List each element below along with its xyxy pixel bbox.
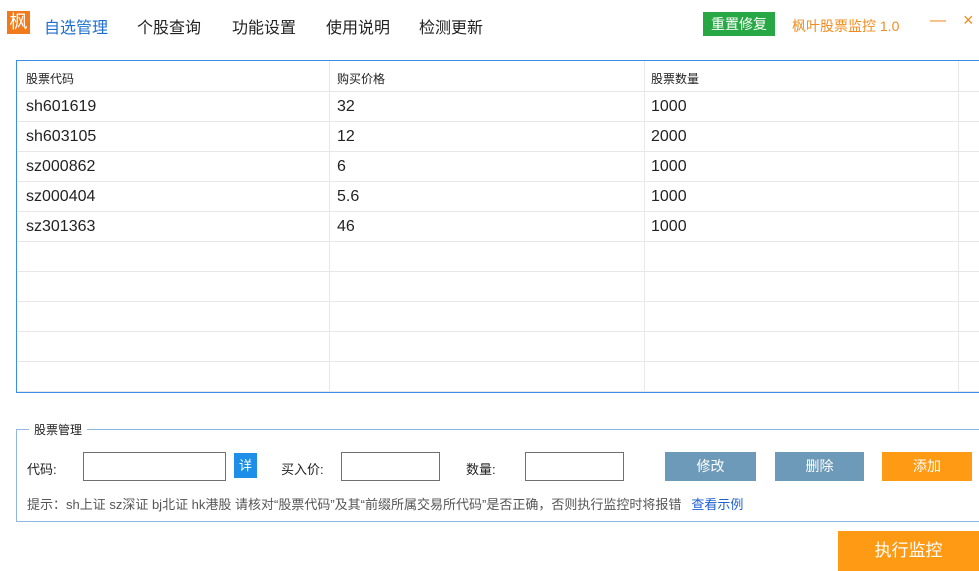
cell-price: 6 (337, 158, 346, 175)
cell-price: 32 (337, 98, 355, 115)
code-label: 代码: (27, 462, 57, 477)
close-icon[interactable]: × (963, 10, 974, 31)
cell-code: sh601619 (26, 98, 97, 115)
table-row[interactable]: sh603105 12 2000 (17, 122, 979, 152)
cell-code: sh603105 (26, 128, 97, 145)
reset-repair-button[interactable]: 重置修复 (703, 12, 775, 36)
app-logo-icon: 枫 (7, 11, 30, 34)
hint-message: 提示：sh上证 sz深证 bj北证 hk港股 请核对“股票代码”及其“前缀所属交… (27, 497, 682, 512)
table-row[interactable]: sz301363 46 1000 (17, 212, 979, 242)
menu-instructions[interactable]: 使用说明 (326, 14, 390, 38)
cell-price: 46 (337, 218, 355, 235)
detail-button[interactable]: 详 (234, 453, 257, 478)
quantity-input[interactable] (525, 452, 624, 481)
app-title: 枫叶股票监控 1.0 (792, 18, 900, 34)
menu-check-update[interactable]: 检测更新 (419, 14, 483, 38)
column-header-code[interactable]: 股票代码 (26, 70, 74, 87)
group-title: 股票管理 (29, 421, 88, 438)
cell-quantity: 1000 (651, 98, 687, 115)
menu-settings[interactable]: 功能设置 (232, 14, 296, 38)
cell-price: 12 (337, 128, 355, 145)
view-example-link[interactable]: 查看示例 (691, 497, 743, 512)
cell-quantity: 1000 (651, 188, 687, 205)
menu-watchlist[interactable]: 自选管理 (44, 14, 108, 38)
hint-text: 提示：sh上证 sz深证 bj北证 hk港股 请核对“股票代码”及其“前缀所属交… (27, 494, 743, 513)
delete-button[interactable]: 删除 (775, 452, 864, 481)
menu-stock-query[interactable]: 个股查询 (137, 14, 201, 38)
watchlist-table: 股票代码 购买价格 股票数量 sh601619 32 1000 sh603105… (16, 60, 979, 393)
empty-row (17, 362, 979, 392)
table-row[interactable]: sh601619 32 1000 (17, 92, 979, 122)
column-header-quantity[interactable]: 股票数量 (651, 70, 699, 87)
execute-monitor-button[interactable]: 执行监控 (838, 531, 979, 571)
cell-price: 5.6 (337, 188, 360, 205)
cell-quantity: 1000 (651, 158, 687, 175)
empty-row (17, 332, 979, 362)
cell-quantity: 2000 (651, 128, 687, 145)
table-header: 股票代码 购买价格 股票数量 (17, 61, 979, 92)
empty-row (17, 272, 979, 302)
table-row[interactable]: sz000404 5.6 1000 (17, 182, 979, 212)
add-button[interactable]: 添加 (882, 452, 972, 481)
cell-code: sz000862 (26, 158, 96, 175)
code-input[interactable] (83, 452, 226, 481)
column-header-price[interactable]: 购买价格 (337, 70, 385, 87)
price-label: 买入价: (281, 462, 324, 477)
quantity-label: 数量: (466, 462, 496, 477)
cell-code: sz301363 (26, 218, 96, 235)
cell-quantity: 1000 (651, 218, 687, 235)
empty-row (17, 242, 979, 272)
empty-row (17, 302, 979, 332)
price-input[interactable] (341, 452, 440, 481)
cell-code: sz000404 (26, 188, 96, 205)
table-row[interactable]: sz000862 6 1000 (17, 152, 979, 182)
modify-button[interactable]: 修改 (665, 452, 756, 481)
minimize-icon[interactable]: — (930, 12, 946, 30)
